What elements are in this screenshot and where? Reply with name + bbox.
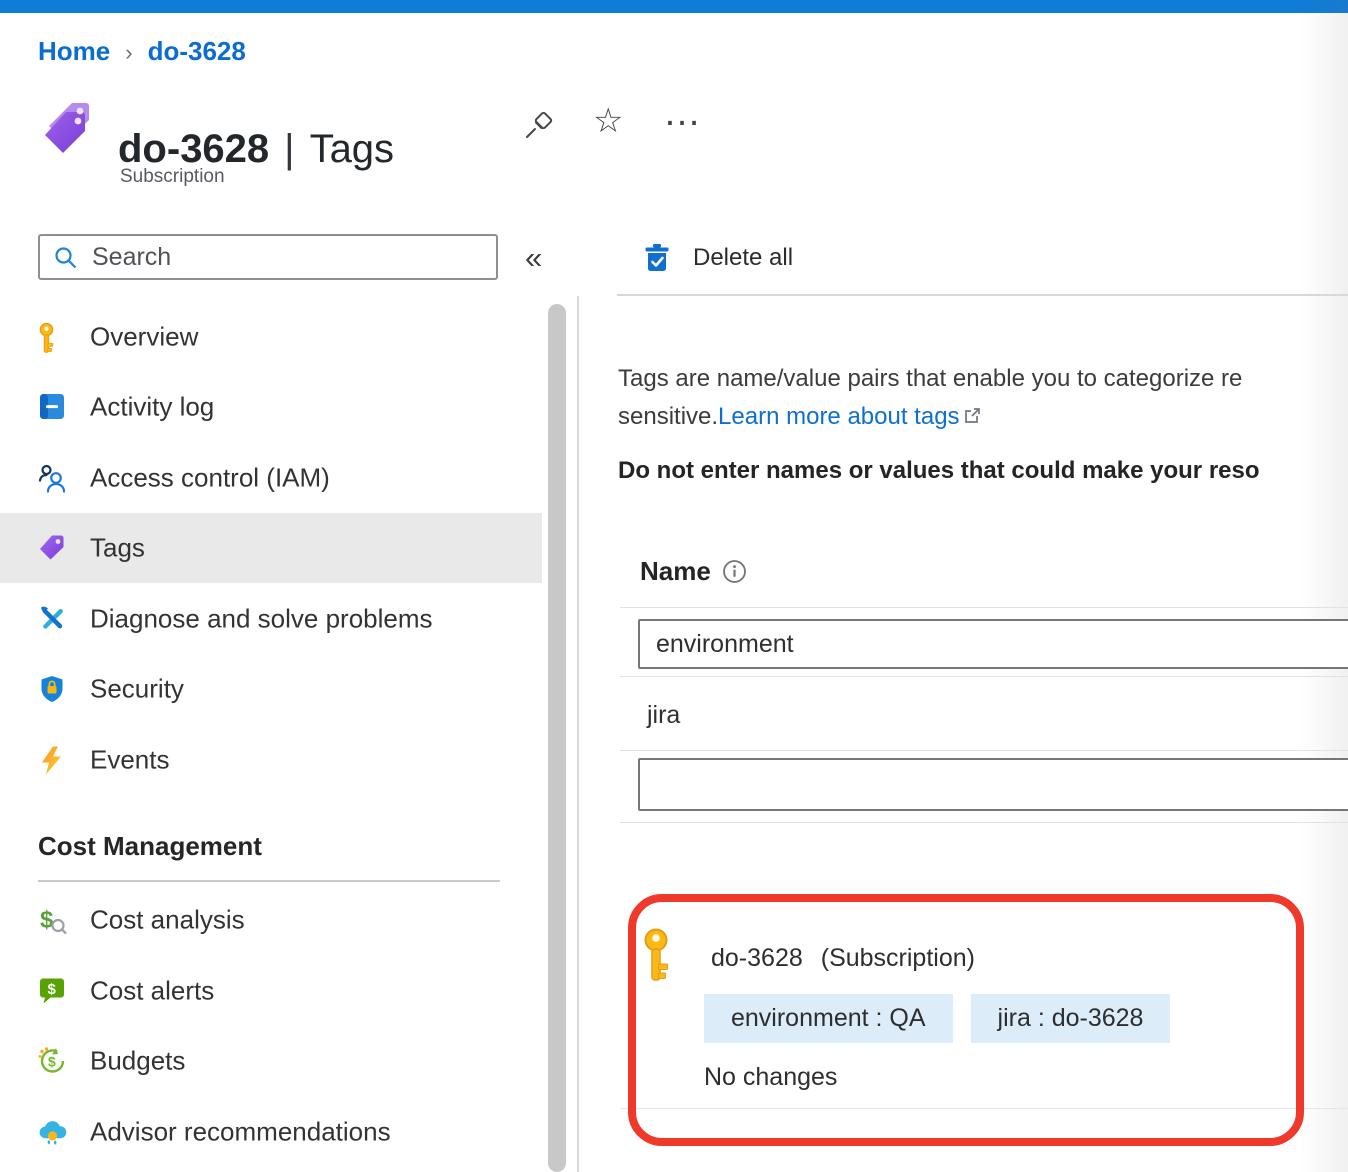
page-title-blade: Tags [310, 127, 395, 172]
sidebar-item-label: Activity log [90, 392, 214, 423]
preview-resource-name: do-3628 [711, 944, 803, 973]
sidebar-item-budgets[interactable]: $ Budgets [0, 1026, 542, 1096]
table-divider [620, 676, 1348, 677]
sidebar-item-cost-alerts[interactable]: $ Cost alerts [0, 956, 542, 1026]
sidebar-item-activity-log[interactable]: Activity log [0, 372, 542, 442]
subscription-key-icon [642, 928, 670, 982]
tags-warning-text: Do not enter names or values that could … [618, 457, 1348, 485]
tag-icon [38, 534, 67, 563]
description-line2: sensitive.Learn more about tags [618, 398, 1348, 436]
cost-analysis-icon: $ [38, 906, 67, 935]
breadcrumb-home-link[interactable]: Home [38, 36, 110, 67]
card-bottom-divider [620, 1108, 1348, 1109]
sidebar-item-advisor[interactable]: Advisor recommendations [0, 1097, 542, 1167]
edge-shadow [1300, 0, 1348, 1172]
activity-log-icon [38, 393, 67, 422]
tag-name-input-new[interactable] [638, 758, 1348, 811]
delete-all-button[interactable]: Delete all [644, 238, 793, 278]
tag-name-cell-jira[interactable]: jira [647, 701, 680, 730]
sidebar-item-label: Tags [90, 533, 145, 564]
preview-resource-type: (Subscription) [821, 944, 975, 973]
sidebar-item-events[interactable]: Events [0, 725, 542, 795]
more-options-icon[interactable]: … [663, 94, 704, 132]
sidebar-item-diagnose[interactable]: Diagnose and solve problems [0, 584, 542, 654]
table-divider [620, 607, 1348, 608]
learn-more-link[interactable]: Learn more about tags [718, 403, 960, 430]
svg-text:$: $ [48, 1054, 56, 1070]
sidebar-search-box [38, 234, 498, 280]
search-icon [53, 245, 78, 270]
page-title-separator: | [284, 127, 294, 172]
breadcrumb-separator-icon: › [125, 40, 132, 66]
azure-portal-screen: Home › do-3628 do-3628 | Tags Subscripti… [0, 0, 1348, 1172]
description-line2-prefix: sensitive. [618, 403, 718, 430]
svg-text:$: $ [48, 981, 57, 998]
sidebar-item-tags[interactable]: Tags [0, 513, 542, 583]
name-column-header: Name [640, 556, 747, 587]
sidebar-item-security[interactable]: Security [0, 654, 542, 724]
collapse-sidebar-button[interactable]: « [525, 240, 542, 276]
sidebar-item-label: Access control (IAM) [90, 463, 330, 494]
security-icon [38, 675, 67, 704]
tag-pill-environment: environment : QA [704, 994, 953, 1043]
sidebar-item-label: Advisor recommendations [90, 1117, 391, 1148]
delete-icon [644, 243, 670, 273]
budgets-icon: $ [38, 1047, 67, 1076]
table-divider [620, 822, 1348, 823]
info-icon[interactable] [722, 559, 747, 584]
sidebar-item-label: Cost alerts [90, 976, 214, 1007]
table-divider [620, 750, 1348, 751]
external-link-icon [963, 399, 981, 417]
advisor-icon [38, 1118, 67, 1147]
search-input[interactable] [78, 243, 496, 272]
sidebar-section-cost-management: Cost Management [38, 827, 262, 865]
svg-text:$: $ [40, 907, 54, 934]
breadcrumb-current-link[interactable]: do-3628 [148, 36, 246, 67]
events-icon [38, 746, 67, 775]
sidebar-item-label: Diagnose and solve problems [90, 604, 433, 635]
sidebar-item-label: Security [90, 674, 184, 705]
sidebar-item-cost-analysis[interactable]: $ Cost analysis [0, 885, 542, 955]
favorite-star-icon[interactable]: ☆ [593, 104, 623, 138]
sidebar-scrollbar-thumb[interactable] [548, 304, 566, 1172]
key-icon [38, 323, 67, 352]
sidebar-item-label: Budgets [90, 1046, 185, 1077]
tags-description: Tags are name/value pairs that enable yo… [618, 360, 1348, 436]
tags-page-icon [36, 99, 96, 165]
sidebar-pane-border [577, 296, 579, 1172]
description-line1: Tags are name/value pairs that enable yo… [618, 360, 1348, 398]
sidebar-item-overview[interactable]: Overview [0, 302, 542, 372]
sidebar-section-divider [38, 880, 500, 882]
toolbar-divider [617, 294, 1348, 296]
cost-alerts-icon: $ [38, 977, 67, 1006]
breadcrumb: Home › do-3628 [38, 36, 246, 67]
top-nav-bar [0, 0, 1348, 13]
tag-pill-row: environment : QA jira : do-3628 [704, 994, 1170, 1043]
preview-resource-title: do-3628 (Subscription) [711, 944, 975, 973]
name-column-label: Name [640, 556, 711, 587]
sidebar-item-label: Events [90, 745, 170, 776]
sidebar-item-access-control[interactable]: Access control (IAM) [0, 443, 542, 513]
tag-pill-jira: jira : do-3628 [971, 994, 1171, 1043]
delete-all-label: Delete all [693, 244, 793, 272]
diagnose-icon [38, 605, 67, 634]
page-subtitle: Subscription [120, 166, 225, 188]
sidebar-item-label: Overview [90, 322, 198, 353]
tag-name-input-environment[interactable] [638, 619, 1348, 669]
pin-icon[interactable] [523, 109, 555, 141]
access-control-icon [38, 464, 67, 493]
preview-status-text: No changes [704, 1063, 837, 1092]
sidebar-item-label: Cost analysis [90, 905, 245, 936]
